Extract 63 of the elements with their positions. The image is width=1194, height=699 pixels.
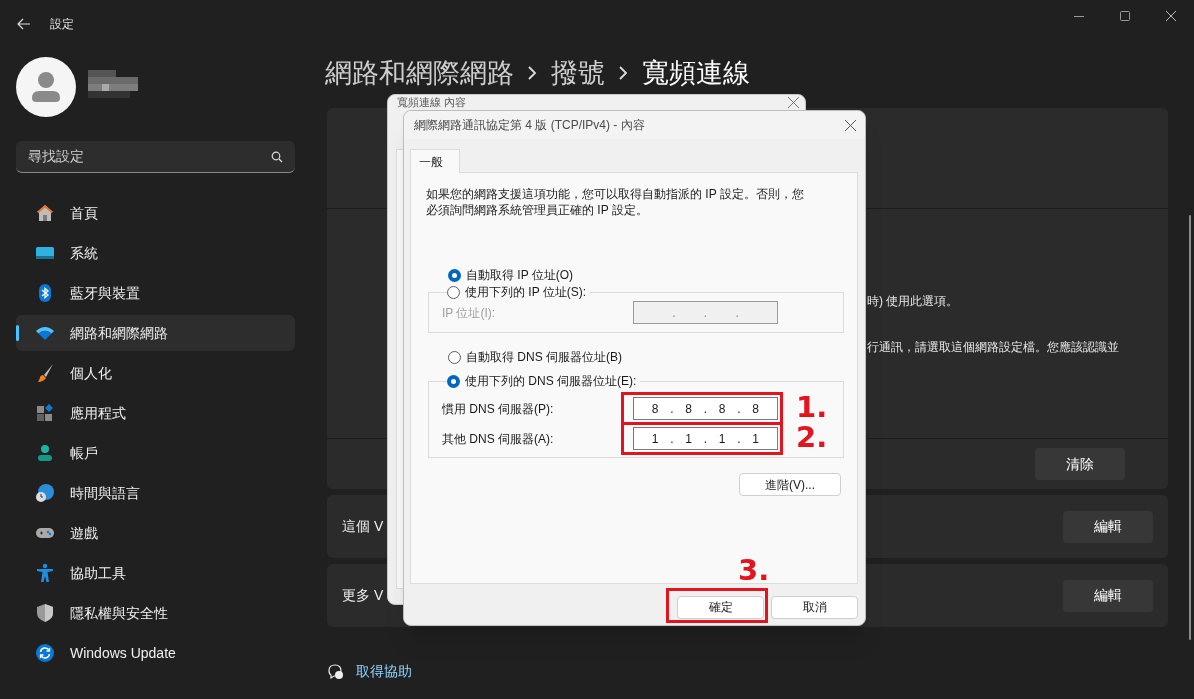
description-text: 時) 使用此選項。 (867, 293, 960, 309)
close-icon[interactable] (788, 97, 799, 108)
nav-item[interactable]: 協助工具 (16, 555, 295, 591)
search-field[interactable]: 尋找設定 (16, 141, 295, 173)
avatar-icon (16, 57, 76, 117)
dialog-title: 寬頻連線 內容 (397, 96, 467, 109)
accessibility-icon (35, 563, 55, 583)
nav-item[interactable]: Windows Update (16, 635, 295, 671)
window-title: 設定 (50, 16, 74, 33)
cancel-button[interactable]: 取消 (771, 595, 858, 619)
edit-button[interactable]: 編輯 (1063, 579, 1153, 612)
advanced-button[interactable]: 進階(V)... (739, 473, 841, 496)
tab[interactable]: 一般 (410, 149, 460, 173)
clear-button[interactable]: 清除 (1035, 448, 1125, 480)
nav-item[interactable]: 時間與語言 (16, 475, 295, 511)
help-link[interactable]: 取得協助 (356, 661, 412, 682)
close-icon[interactable] (845, 119, 856, 131)
globe-clock-icon (35, 483, 55, 503)
nav-item[interactable]: 應用程式 (16, 395, 295, 431)
description-text: 如果您的網路支援這項功能，您可以取得自動指派的 IP 設定。否則，您必須詢問網路系統管理員正確的 IP 設定。 (426, 186, 805, 218)
apps-icon (35, 403, 55, 423)
close-icon (1166, 11, 1176, 21)
shield-icon (35, 603, 55, 623)
nav-item[interactable]: 首頁 (16, 195, 295, 231)
breadcrumb-item[interactable]: 撥號 (551, 52, 605, 94)
search-icon (271, 150, 283, 163)
breadcrumb-item[interactable]: 網路和網際網路 (325, 52, 514, 94)
field-label: 其他 DNS 伺服器(A): (442, 430, 554, 448)
back-arrow-icon[interactable] (17, 18, 31, 30)
field-label: IP 位址(I): (442, 304, 496, 322)
chevron-icon (528, 66, 537, 80)
edit-button[interactable]: 編輯 (1063, 510, 1153, 543)
minimize-icon (1074, 15, 1084, 17)
radio-button[interactable] (448, 350, 461, 364)
setting-label: 這個 V (342, 517, 384, 536)
selection-indicator (16, 325, 19, 341)
ok-button[interactable]: 確定 (677, 595, 764, 619)
person-icon (35, 443, 55, 463)
help-icon (328, 663, 344, 680)
breadcrumb-item: 寬頻連線 (642, 56, 750, 90)
brush-icon (35, 363, 55, 383)
setting-label: 更多 V (342, 586, 384, 605)
nav-item[interactable]: 系統 (16, 235, 295, 271)
radio-button[interactable] (447, 285, 460, 299)
nav-item[interactable]: 網路和網際網路 (16, 315, 295, 351)
description-text: 行通訊，請選取這個網路設定檔。您應該認識並 (867, 339, 1120, 355)
nav-item[interactable]: 藍牙與裝置 (16, 275, 295, 311)
chevron-icon (619, 66, 628, 80)
ip-address-field[interactable]: 1 . 1 . 1 . 1 (633, 427, 778, 450)
radio-button[interactable] (447, 374, 460, 388)
field-label: 慣用 DNS 伺服器(P): (442, 400, 554, 418)
update-icon (35, 643, 55, 663)
ip-address-field[interactable]: 8 . 8 . 8 . 8 (633, 397, 778, 420)
home-icon (35, 203, 55, 223)
nav-item[interactable]: 帳戶 (16, 435, 295, 471)
radio-button[interactable] (448, 268, 461, 282)
nav-item[interactable]: 個人化 (16, 355, 295, 391)
dialog-title: 網際網路通訊協定第 4 版 (TCP/IPv4) - 內容 (414, 117, 645, 134)
nav-item[interactable]: 遊戲 (16, 515, 295, 551)
step-number: 3. (738, 552, 770, 588)
nav-item[interactable]: 隱私權與安全性 (16, 595, 295, 631)
maximize-icon (1120, 11, 1130, 21)
scrollbar[interactable] (1189, 215, 1191, 640)
